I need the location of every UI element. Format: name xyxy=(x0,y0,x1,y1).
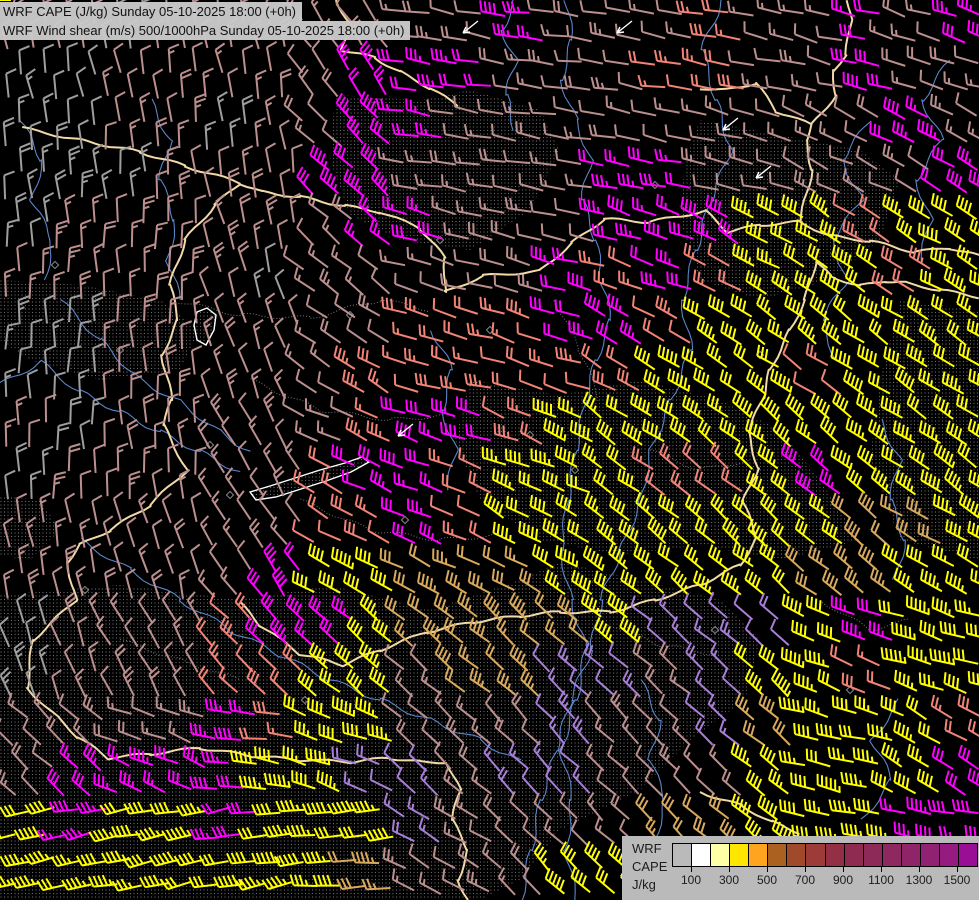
legend-cell xyxy=(901,844,920,866)
legend-tick-label: 900 xyxy=(833,873,853,887)
legend-cell xyxy=(767,844,786,866)
legend-tick-row: 100 300 500 700 900 1100 1300 1500 xyxy=(672,866,976,896)
map-title-wind-shear: WRF Wind shear (m/s) 500/1000hPa Sunday … xyxy=(0,21,410,40)
weather-map xyxy=(0,0,979,900)
legend-cell xyxy=(805,844,824,866)
legend-tick-mark xyxy=(805,866,806,872)
legend-cell xyxy=(710,844,729,866)
weather-model-viewport: WRF CAPE (J/kg) Sunday 05-10-2025 18:00 … xyxy=(0,0,979,900)
legend-colorbar xyxy=(672,843,978,867)
legend-cell xyxy=(958,844,977,866)
legend-tick-mark xyxy=(919,866,920,872)
legend-tick-mark xyxy=(729,866,730,872)
legend-tick-label: 1300 xyxy=(906,873,933,887)
legend-tick-label: 700 xyxy=(795,873,815,887)
legend-tick-mark xyxy=(843,866,844,872)
legend-label-unit: J/kg xyxy=(632,876,667,894)
legend-cell xyxy=(920,844,939,866)
legend-tick-label: 300 xyxy=(719,873,739,887)
legend-cell xyxy=(748,844,767,866)
legend-label: WRF CAPE J/kg xyxy=(632,840,667,894)
legend-cell xyxy=(825,844,844,866)
legend-tick-mark xyxy=(957,866,958,872)
legend-cell xyxy=(691,844,710,866)
legend-label-model: WRF xyxy=(632,840,667,858)
legend-cell xyxy=(882,844,901,866)
legend-tick-mark xyxy=(767,866,768,872)
legend-tick-label: 100 xyxy=(681,873,701,887)
legend-cell xyxy=(939,844,958,866)
legend-tick-mark xyxy=(881,866,882,872)
map-title-cape: WRF CAPE (J/kg) Sunday 05-10-2025 18:00 … xyxy=(0,2,302,21)
legend-cell xyxy=(786,844,805,866)
legend-tick-mark xyxy=(691,866,692,872)
legend-label-variable: CAPE xyxy=(632,858,667,876)
legend-tick-label: 500 xyxy=(757,873,777,887)
cape-legend: WRF CAPE J/kg 100 300 500 700 900 1100 1300 150… xyxy=(622,836,979,900)
legend-cell xyxy=(844,844,863,866)
legend-cell xyxy=(729,844,748,866)
legend-tick-label: 1500 xyxy=(944,873,971,887)
legend-tick-label: 1100 xyxy=(868,873,894,887)
legend-cell xyxy=(673,844,691,866)
legend-cell xyxy=(863,844,882,866)
